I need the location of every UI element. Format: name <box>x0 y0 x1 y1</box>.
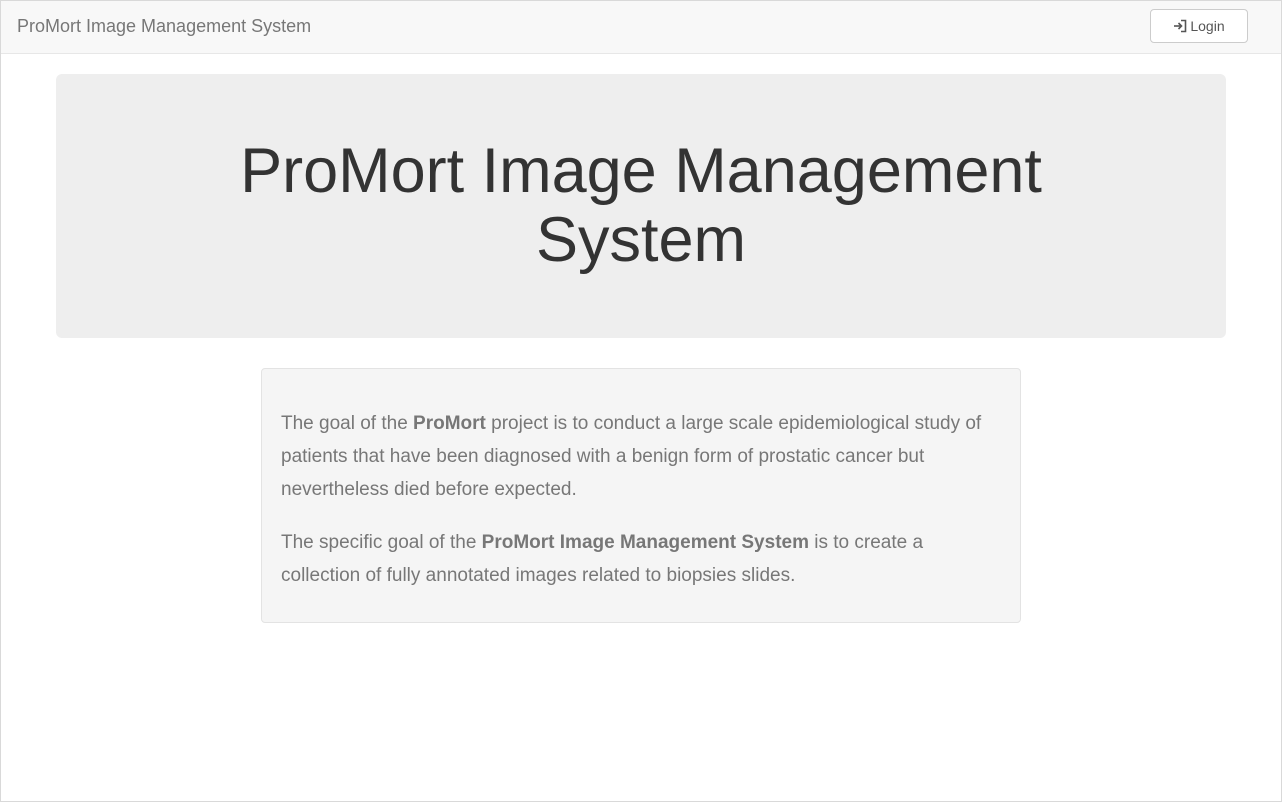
p1-prefix: The goal of the <box>281 413 414 434</box>
page-title: ProMort Image Management System <box>240 136 1042 275</box>
description-paragraph-1: The goal of the ProMort project is to co… <box>281 407 1001 506</box>
hero-jumbotron: ProMort Image Management System <box>56 74 1226 338</box>
login-label: Login <box>1190 18 1225 34</box>
log-in-icon <box>1174 19 1187 33</box>
p1-strong: ProMort <box>413 413 486 434</box>
p2-strong: ProMort Image Management System <box>481 532 809 553</box>
login-button[interactable]: Login <box>1150 9 1248 43</box>
p2-prefix: The specific goal of the <box>281 532 482 553</box>
project-description: The goal of the ProMort project is to co… <box>261 368 1021 623</box>
navbar-brand[interactable]: ProMort Image Management System <box>17 16 311 36</box>
top-navbar: ProMort Image Management System Login <box>1 1 1281 54</box>
description-paragraph-2: The specific goal of the ProMort Image M… <box>281 526 1001 592</box>
app-window: ProMort Image Management System Login Pr… <box>0 0 1282 802</box>
